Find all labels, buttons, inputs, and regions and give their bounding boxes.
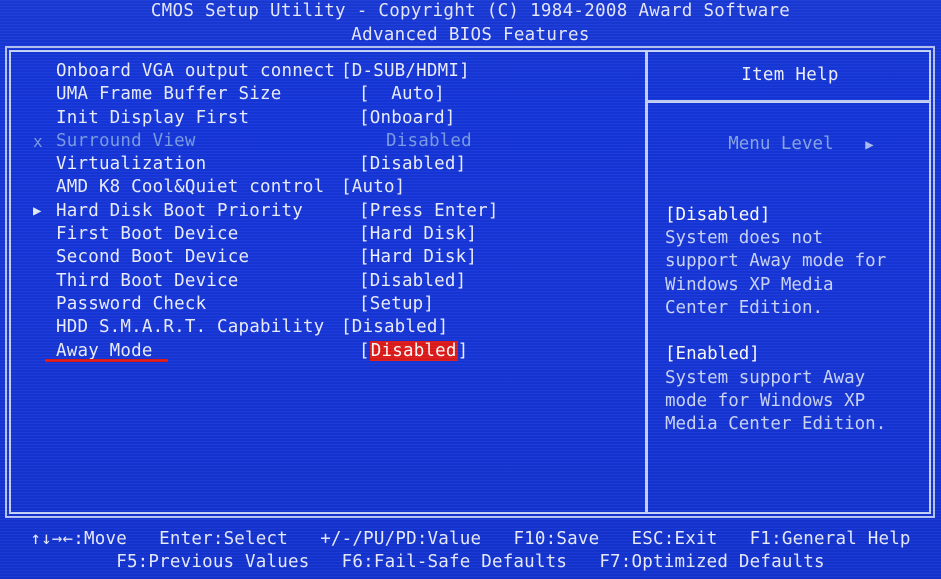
footer-line-2: F5:Previous Values F6:Fail-Safe Defaults…	[116, 552, 825, 572]
bios-option-row[interactable]: Third Boot Device [Disabled]	[0, 270, 645, 293]
bios-option-label: Surround View	[56, 130, 196, 151]
bios-option-value[interactable]: [Disabled]	[341, 316, 448, 339]
bios-option-value[interactable]: [Onboard]	[359, 107, 456, 130]
item-help-text: Media Center Edition.	[665, 414, 887, 435]
bios-option-row[interactable]: HDD S.M.A.R.T. Capability [Disabled]	[0, 316, 645, 339]
bios-option-value[interactable]: [Hard Disk]	[359, 246, 477, 269]
item-help-blocks: [Disabled] System does not support Away mo…	[665, 204, 931, 437]
bios-option-value[interactable]: [Disabled]	[359, 340, 468, 363]
menu-level-label: Menu Level	[728, 134, 834, 155]
header: CMOS Setup Utility - Copyright (C) 1984-…	[0, 0, 941, 46]
item-help-heading: [Disabled]	[665, 204, 771, 225]
bios-option-label: UMA Frame Buffer Size	[56, 84, 282, 105]
bios-option-value[interactable]: [ Auto]	[359, 83, 445, 106]
bios-option-row[interactable]: First Boot Device [Hard Disk]	[0, 223, 645, 246]
bios-option-row[interactable]: Away Mode [Disabled]	[0, 340, 645, 363]
item-help-heading: [Enabled]	[665, 344, 760, 365]
bios-option-value[interactable]: [Auto]	[341, 176, 405, 199]
selected-option-underline	[45, 359, 168, 363]
bios-option-value[interactable]: [Setup]	[359, 293, 434, 316]
bios-option-label: First Boot Device	[56, 224, 239, 245]
footer-keybindings: ↑↓→←:Move Enter:Select +/-/PU/PD:Value F…	[0, 528, 941, 574]
item-help-text: System does not	[665, 228, 824, 249]
bios-options-list: Onboard VGA output connect [D-SUB/HDMI] UM…	[0, 60, 645, 363]
item-help-block: [Disabled] System does not support Away mo…	[665, 204, 931, 320]
bios-option-label: Init Display First	[56, 107, 250, 128]
item-help-block: [Enabled] System support Away mode for Win…	[665, 343, 931, 436]
menu-level-arrow-icon: ▶	[865, 137, 874, 154]
bios-option-label: Hard Disk Boot Priority	[56, 200, 303, 221]
bios-option-row[interactable]: Init Display First [Onboard]	[0, 107, 645, 130]
bios-option-label: Third Boot Device	[56, 270, 239, 291]
bios-option-label: HDD S.M.A.R.T. Capability	[56, 317, 325, 338]
bios-option-value[interactable]: Disabled	[386, 130, 472, 153]
bios-option-row[interactable]: Onboard VGA output connect [D-SUB/HDMI]	[0, 60, 645, 83]
page-title: Advanced BIOS Features	[351, 25, 590, 45]
bios-option-value[interactable]: [Disabled]	[359, 270, 466, 293]
bios-option-row[interactable]: UMA Frame Buffer Size [ Auto]	[0, 83, 645, 106]
selected-value-highlight[interactable]: Disabled	[369, 340, 458, 361]
item-help-text: support Away mode for	[665, 251, 887, 272]
utility-title: CMOS Setup Utility - Copyright (C) 1984-…	[150, 1, 791, 21]
disabled-marker-icon: x	[33, 131, 43, 151]
bios-option-label: Virtualization	[56, 154, 207, 175]
bios-option-label: Password Check	[56, 293, 207, 314]
bios-option-row[interactable]: Password Check [Setup]	[0, 293, 645, 316]
bios-option-row[interactable]: AMD K8 Cool&Quiet control [Auto]	[0, 176, 645, 199]
bios-option-row[interactable]: Second Boot Device [Hard Disk]	[0, 246, 645, 269]
item-help-text: Center Edition.	[665, 298, 824, 319]
bios-option-value[interactable]: [Hard Disk]	[359, 223, 477, 246]
bios-option-value[interactable]: [Disabled]	[359, 153, 466, 176]
menu-level-row: Menu Level ▶	[665, 110, 931, 181]
submenu-arrow-icon: ▶	[33, 202, 42, 219]
footer-line-1: ↑↓→←:Move Enter:Select +/-/PU/PD:Value F…	[30, 529, 911, 549]
bios-option-value[interactable]: [Press Enter]	[359, 200, 499, 223]
item-help-panel: Item Help Menu Level ▶ [Disabled] System …	[649, 52, 931, 437]
bios-option-label: Second Boot Device	[56, 247, 250, 268]
bios-option-value[interactable]: [D-SUB/HDMI]	[341, 60, 470, 83]
bios-option-row[interactable]: ▶ Hard Disk Boot Priority [Press Enter]	[0, 200, 645, 223]
bios-option-label: Onboard VGA output connect	[56, 61, 336, 81]
item-help-title: Item Help	[741, 65, 839, 85]
vertical-divider	[645, 52, 648, 512]
item-help-text: Windows XP Media	[665, 274, 834, 295]
bios-option-row[interactable]: x Surround View Disabled	[0, 130, 645, 153]
item-help-text: mode for Windows XP	[665, 390, 866, 411]
bios-option-label: AMD K8 Cool&Quiet control	[56, 177, 325, 198]
item-help-text: System support Away	[665, 367, 866, 388]
bios-option-row[interactable]: Virtualization [Disabled]	[0, 153, 645, 176]
item-help-body: Menu Level ▶ [Disabled] System does not su…	[649, 110, 931, 437]
